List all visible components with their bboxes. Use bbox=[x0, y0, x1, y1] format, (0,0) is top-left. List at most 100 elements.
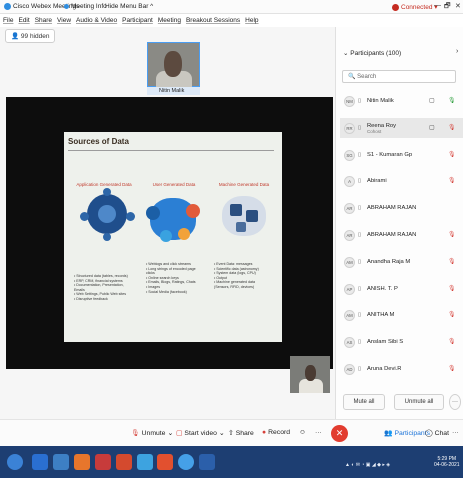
paint-icon[interactable] bbox=[116, 454, 132, 470]
file-explorer-icon[interactable] bbox=[53, 454, 69, 470]
start-video-button[interactable]: ▢ Start video ⌄ bbox=[176, 429, 225, 438]
participant-name-text: ANITHA M bbox=[367, 312, 395, 318]
webex-taskbar-icon[interactable] bbox=[178, 454, 194, 470]
start-button[interactable] bbox=[7, 454, 23, 470]
slide-divider bbox=[68, 150, 274, 151]
webex-window: Cisco Webex Meetings Meeting Info Hide M… bbox=[0, 0, 463, 478]
menu-edit[interactable]: Edit bbox=[18, 17, 29, 24]
participant-name-text: ABRAHAM RAJAN bbox=[367, 232, 417, 238]
controls-more-button[interactable]: ··· bbox=[452, 429, 459, 436]
user-data-bubble bbox=[146, 206, 160, 220]
participant-row[interactable]: AM ▯ ANITHA M bbox=[340, 305, 463, 325]
ie-icon[interactable] bbox=[32, 454, 48, 470]
share-button[interactable]: ⇧ Share bbox=[228, 429, 254, 438]
minimize-button[interactable]: — bbox=[434, 2, 441, 9]
microphone-muted-icon[interactable]: 🎙 bbox=[448, 231, 456, 238]
record-label: Record bbox=[268, 429, 291, 436]
participants-panel-title[interactable]: ⌄ Participants (100) bbox=[343, 49, 401, 57]
participant-search-input[interactable]: 🔍 Search bbox=[342, 70, 456, 83]
avatar: A bbox=[344, 175, 355, 187]
menu-share[interactable]: Share bbox=[35, 17, 52, 24]
menu-meeting[interactable]: Meeting bbox=[158, 17, 181, 24]
record-button[interactable]: ● Record bbox=[262, 429, 290, 436]
microphone-muted-icon[interactable]: 🎙 bbox=[448, 365, 456, 372]
participant-name: ANISH. T. P bbox=[367, 286, 398, 292]
unmute-all-button[interactable]: Unmute all bbox=[394, 394, 444, 410]
participant-row[interactable]: AM ▯ Anandha Raja M bbox=[340, 252, 463, 272]
menu-breakout-sessions[interactable]: Breakout Sessions bbox=[186, 17, 240, 24]
microphone-muted-icon[interactable]: 🎙 bbox=[448, 97, 456, 104]
microphone-muted-icon[interactable]: 🎙 bbox=[448, 177, 456, 184]
app-data-node bbox=[80, 212, 89, 221]
end-meeting-button[interactable]: ✕ bbox=[331, 425, 348, 442]
microphone-muted-icon[interactable]: 🎙 bbox=[448, 285, 456, 292]
menu-help[interactable]: Help bbox=[245, 17, 258, 24]
participant-name: ABRAHAM RAJAN bbox=[367, 205, 416, 211]
unmute-button[interactable]: 🎙 Unmute ⌄ bbox=[131, 429, 174, 438]
search-placeholder: Search bbox=[357, 74, 377, 80]
word-icon[interactable] bbox=[199, 454, 215, 470]
device-icon: ▯ bbox=[358, 125, 362, 131]
chat-button[interactable]: ◯ Chat bbox=[425, 429, 449, 438]
panel-close-button[interactable]: › bbox=[456, 48, 458, 55]
hide-menu-bar-button[interactable]: Hide Menu Bar ^ bbox=[105, 3, 153, 10]
slide-column-title-machine: Machine Generated Data bbox=[218, 182, 270, 187]
info-icon bbox=[64, 4, 69, 9]
participants-button[interactable]: 👥 Participants bbox=[384, 429, 430, 438]
video-tile-nitin[interactable] bbox=[147, 42, 200, 87]
user-data-bubble bbox=[160, 230, 172, 242]
participant-row[interactable]: RR ▯ Reena Roy Cohost bbox=[340, 118, 463, 138]
participant-row[interactable]: NM ▯ Nitin Malik bbox=[340, 91, 463, 111]
video-status-icon[interactable]: ▢ bbox=[429, 124, 435, 131]
menu-file[interactable]: File bbox=[3, 17, 13, 24]
participant-row[interactable]: AS ▯ Anslam Sibi S bbox=[340, 332, 463, 352]
taskbar-clock[interactable]: 5:29 PM 04-06-2021 bbox=[434, 456, 460, 468]
device-icon: ▯ bbox=[358, 152, 362, 158]
start-video-label: Start video bbox=[184, 429, 217, 437]
participant-row[interactable]: AD ▯ Aruna Devi.R bbox=[340, 359, 463, 379]
self-video-tile[interactable] bbox=[290, 356, 330, 393]
participant-row[interactable]: A ▯ Abirami bbox=[340, 171, 463, 191]
participant-row[interactable]: AP ▯ ANISH. T. P bbox=[340, 279, 463, 299]
maximize-button[interactable]: 🗗 bbox=[444, 2, 451, 13]
microphone-muted-icon: 🎙 bbox=[131, 430, 140, 437]
firefox-icon[interactable] bbox=[74, 454, 90, 470]
more-options-button[interactable]: ··· bbox=[315, 429, 322, 436]
participant-name-text: S1 - Kumaran Gp bbox=[367, 152, 413, 158]
acrobat-icon[interactable] bbox=[95, 454, 111, 470]
reactions-button[interactable]: ☺ bbox=[299, 429, 306, 436]
avatar: SG bbox=[344, 149, 355, 161]
mute-all-button[interactable]: Mute all bbox=[343, 394, 385, 410]
device-icon: ▯ bbox=[358, 312, 362, 318]
powerpoint-icon[interactable] bbox=[157, 454, 173, 470]
microphone-muted-icon[interactable]: 🎙 bbox=[448, 258, 456, 265]
video-status-icon[interactable]: ▢ bbox=[429, 97, 435, 104]
meeting-info-button[interactable]: Meeting Info bbox=[64, 3, 107, 10]
participant-row[interactable]: AR ▯ ABRAHAM RAJAN bbox=[340, 225, 463, 245]
close-window-button[interactable]: ✕ bbox=[455, 2, 461, 10]
video-tile-name: Nitin Malik bbox=[147, 87, 200, 95]
panel-more-button[interactable]: ··· bbox=[449, 394, 461, 410]
participant-row[interactable]: SG ▯ S1 - Kumaran Gp bbox=[340, 145, 463, 165]
device-icon: ▯ bbox=[358, 178, 362, 184]
media-icon[interactable] bbox=[137, 454, 153, 470]
share-label: Share bbox=[235, 429, 254, 437]
user-data-bubble bbox=[178, 228, 190, 240]
app-data-diagram-center bbox=[98, 205, 116, 223]
participant-row[interactable]: AR ▯ ABRAHAM RAJAN bbox=[340, 198, 463, 218]
menu-participant[interactable]: Participant bbox=[122, 17, 153, 24]
microphone-muted-icon[interactable]: 🎙 bbox=[448, 311, 456, 318]
menu-view[interactable]: View bbox=[57, 17, 71, 24]
microphone-muted-icon[interactable]: 🎙 bbox=[448, 151, 456, 158]
chevron-down-icon: ⌄ bbox=[167, 430, 174, 437]
slide-bullets-user: • Weblogs and click streams • Long strin… bbox=[146, 262, 196, 294]
user-data-bubble bbox=[186, 204, 200, 218]
video-off-icon: ▢ bbox=[176, 430, 183, 437]
connection-label: Connected ▾ bbox=[401, 4, 438, 11]
slide-bullets-app: • Structured data (tables, records) • ER… bbox=[74, 274, 128, 301]
menu-audio-video[interactable]: Audio & Video bbox=[76, 17, 117, 24]
microphone-muted-icon[interactable]: 🎙 bbox=[448, 124, 456, 131]
hidden-participants-button[interactable]: 👤 99 hidden bbox=[5, 29, 56, 43]
connection-status[interactable]: Connected ▾ bbox=[392, 3, 438, 11]
microphone-muted-icon[interactable]: 🎙 bbox=[448, 338, 456, 345]
